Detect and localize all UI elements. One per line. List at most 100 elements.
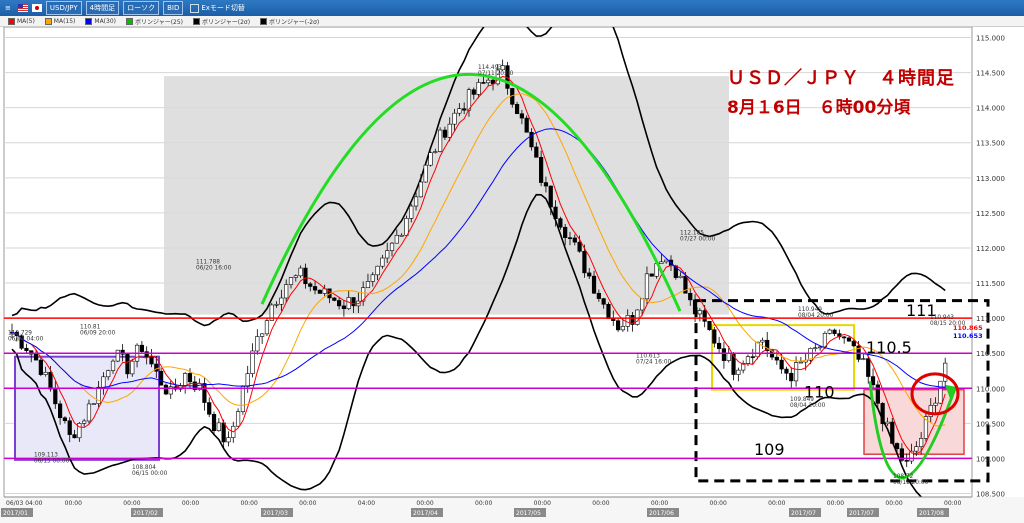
- candle-body: [702, 310, 707, 322]
- candle-body: [539, 157, 544, 183]
- candle-body: [606, 303, 611, 320]
- y-tick-label: 110.500: [976, 350, 1005, 358]
- candle-body: [846, 337, 852, 342]
- candle-body: [692, 299, 698, 315]
- candle-body: [418, 181, 423, 198]
- candle-body: [793, 362, 799, 382]
- candle-body: [332, 297, 337, 301]
- y-tick-label: 109.000: [976, 455, 1005, 463]
- candle-body: [635, 309, 640, 325]
- candle-body: [72, 434, 77, 439]
- candle-body: [452, 112, 457, 125]
- candle-body: [240, 386, 245, 412]
- candle-body: [615, 320, 621, 331]
- x-tick-label: 06/03 04:00: [6, 500, 43, 507]
- candle-body: [207, 402, 212, 415]
- candle-body: [827, 329, 832, 334]
- candle-body: [211, 413, 217, 432]
- candle-body: [779, 359, 784, 370]
- legend-bollinger25[interactable]: ボリンジャー(25): [126, 17, 183, 26]
- candle-body: [697, 310, 702, 315]
- month-label: 2017/02: [133, 510, 158, 517]
- candle-body: [380, 257, 385, 267]
- candle-body: [375, 265, 380, 276]
- candle-body: [67, 420, 72, 435]
- y-tick-label: 113.500: [976, 140, 1005, 148]
- candle-body: [86, 403, 92, 422]
- candle-body: [894, 443, 900, 450]
- annotation-time: 06/20 16:00: [196, 265, 232, 271]
- candle-body: [457, 108, 462, 114]
- x-tick-label: 00:00: [710, 500, 727, 507]
- x-tick-label: 00:00: [123, 500, 140, 507]
- candle-body: [572, 237, 577, 243]
- candle-body: [159, 370, 164, 386]
- pair-selector[interactable]: USD/JPY: [45, 1, 82, 15]
- legend-bollinger-minus2[interactable]: ボリンジャー(-2σ): [260, 17, 319, 26]
- candle-body: [861, 358, 866, 360]
- y-tick-label: 114.000: [976, 105, 1005, 113]
- x-tick-label: 00:00: [944, 500, 961, 507]
- legend-ma5[interactable]: MA(5): [8, 17, 35, 25]
- candle-body: [370, 274, 375, 282]
- candle-body: [870, 376, 876, 386]
- y-tick-label: 111.000: [976, 315, 1005, 323]
- bid-selector[interactable]: BID: [163, 1, 184, 15]
- legend-ma15[interactable]: MA(15): [44, 17, 75, 25]
- candle-body: [447, 123, 452, 138]
- candle-body: [115, 349, 120, 362]
- candle-body: [235, 411, 241, 427]
- candle-body: [255, 336, 260, 352]
- candle-body: [389, 242, 395, 251]
- candle-body: [481, 82, 486, 84]
- ex-mode-toggle[interactable]: Exモード切替: [187, 2, 248, 14]
- chart-type-selector[interactable]: ローソク: [123, 1, 160, 15]
- timeframe-selector[interactable]: 4時間足: [85, 1, 120, 15]
- x-tick-label: 00:00: [827, 500, 844, 507]
- annotation-time: 08/04 20:00: [790, 403, 826, 409]
- candle-body: [649, 273, 654, 277]
- x-tick-label: 00:00: [534, 500, 551, 507]
- month-label: 2017/04: [413, 510, 438, 517]
- candle-body: [640, 298, 645, 311]
- candle-body: [245, 373, 250, 387]
- candle-body: [712, 329, 717, 344]
- candle-body: [38, 359, 43, 375]
- candle-body: [365, 281, 371, 289]
- us-flag-icon: [17, 4, 28, 12]
- month-label: 2017/07: [849, 510, 874, 517]
- x-axis: 06/03 04:00 00:00 00:00 00:00 00:00 00:00 04:0…: [0, 496, 1024, 523]
- candle-body: [317, 289, 322, 294]
- toolbar-menu-icon[interactable]: ≡: [2, 2, 14, 14]
- candle-body: [279, 297, 284, 305]
- candle-body: [303, 267, 308, 285]
- x-tick-label: 00:00: [65, 500, 82, 507]
- x-tick-label: 00:00: [299, 500, 316, 507]
- candle-body: [274, 303, 279, 306]
- candle-body: [312, 286, 318, 291]
- candle-body: [534, 146, 539, 158]
- candle-body: [125, 354, 130, 375]
- candle-body: [553, 206, 558, 219]
- candle-body: [736, 369, 741, 375]
- candle-body: [91, 403, 96, 405]
- candle-body: [745, 356, 751, 364]
- y-tick-label: 114.500: [976, 70, 1005, 78]
- candle-body: [394, 235, 399, 244]
- legend-ma30[interactable]: MA(30): [85, 17, 116, 25]
- candle-body: [409, 205, 414, 219]
- annotation-time: 06/15 00:00: [132, 471, 168, 477]
- candle-body: [707, 321, 712, 331]
- x-tick-label: 00:00: [592, 500, 609, 507]
- annotation-time: 06/09 20:00: [80, 331, 116, 337]
- month-label: 2017/05: [516, 510, 541, 517]
- candle-body: [433, 151, 438, 153]
- candle-body: [519, 113, 524, 119]
- candle-body: [611, 318, 616, 321]
- month-label: 2017/01: [3, 510, 28, 517]
- candle-body: [351, 297, 356, 307]
- y-axis: 115.000 114.500 114.000 113.500 113.000 112.5…: [976, 35, 1005, 499]
- legend-bollinger-plus2[interactable]: ボリンジャー(2σ): [193, 17, 250, 26]
- x-tick-label: 00:00: [241, 500, 258, 507]
- candle-body: [187, 373, 193, 383]
